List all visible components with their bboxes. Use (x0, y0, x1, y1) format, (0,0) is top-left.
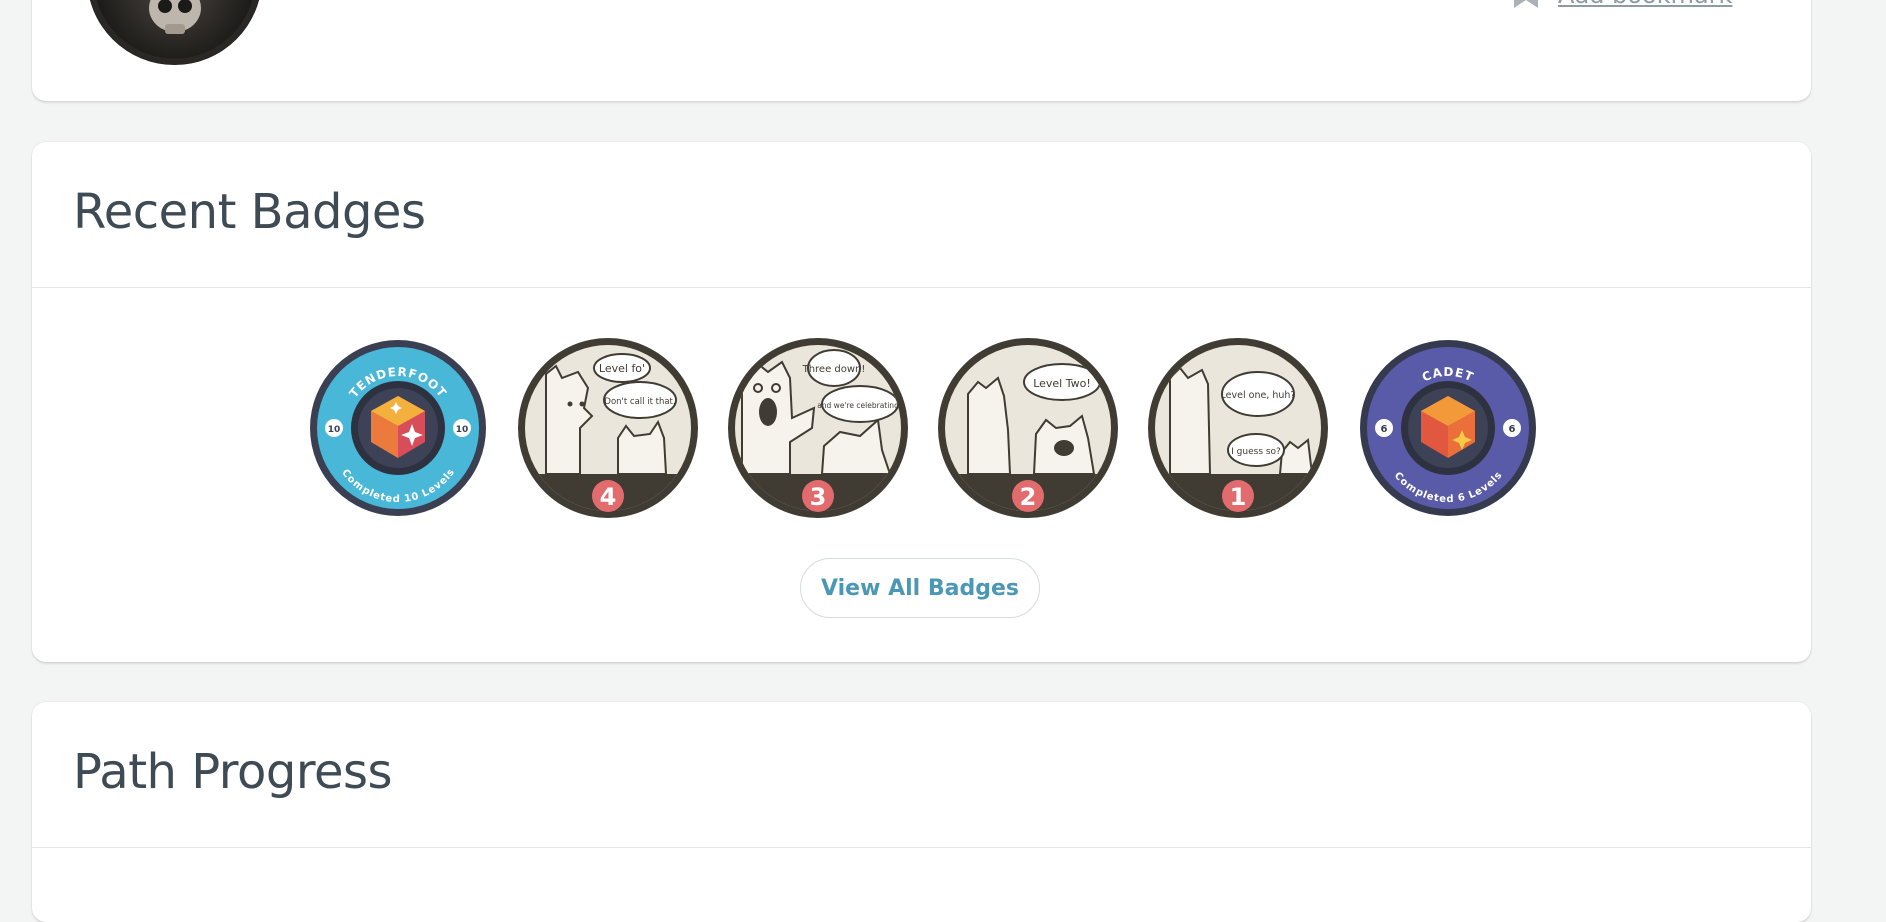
path-progress-card: Path Progress (32, 702, 1811, 922)
tenderfoot-side-left: 10 (328, 425, 341, 435)
level-4-speech-2: Don't call it that. (604, 397, 675, 407)
add-bookmark-label[interactable]: Add bookmark (1558, 0, 1732, 9)
path-progress-title: Path Progress (73, 744, 393, 800)
level-2-number: 2 (1020, 483, 1037, 511)
level-4-number: 4 (600, 483, 617, 511)
level-4-speech-1: Level fo' (599, 362, 645, 375)
add-bookmark-link[interactable]: Add bookmark (1512, 0, 1732, 20)
badge-level-3[interactable]: Three down! and we're celebrating? 3 (728, 338, 908, 518)
recent-badges-header: Recent Badges (32, 142, 1811, 288)
profile-card: Add bookmark (32, 0, 1811, 101)
badge-cadet[interactable]: 6 6 CADET Completed 6 Levels (1358, 338, 1538, 518)
badge-level-1[interactable]: Level one, huh? I guess so? 1 (1148, 338, 1328, 518)
cadet-side-left: 6 (1381, 424, 1388, 435)
recent-badges-card: Recent Badges 10 10 TENDERFOOT Completed… (32, 142, 1811, 662)
level-3-number: 3 (810, 483, 827, 511)
view-all-badges-button[interactable]: View All Badges (800, 558, 1040, 618)
level-1-number: 1 (1230, 483, 1247, 511)
cadet-side-right: 6 (1509, 424, 1516, 435)
badge-level-2[interactable]: Level Two! 2 (938, 338, 1118, 518)
level-1-speech-1: Level one, huh? (1221, 390, 1296, 401)
level-2-speech-1: Level Two! (1033, 377, 1091, 390)
level-3-speech-2: and we're celebrating? (817, 401, 903, 410)
badge-tenderfoot[interactable]: 10 10 TENDERFOOT Completed 10 Levels (308, 338, 488, 518)
badge-level-4[interactable]: Level fo' Don't call it that. 4 (518, 338, 698, 518)
badges-row: 10 10 TENDERFOOT Completed 10 Levels Lev… (32, 338, 1811, 518)
level-3-speech-1: Three down! (802, 364, 866, 375)
recent-badges-title: Recent Badges (73, 184, 426, 240)
path-progress-header: Path Progress (32, 702, 1811, 848)
bookmark-plus-icon (1512, 0, 1540, 14)
tenderfoot-side-right: 10 (456, 425, 469, 435)
level-1-speech-2: I guess so? (1231, 447, 1281, 457)
skull-icon (87, 0, 262, 65)
